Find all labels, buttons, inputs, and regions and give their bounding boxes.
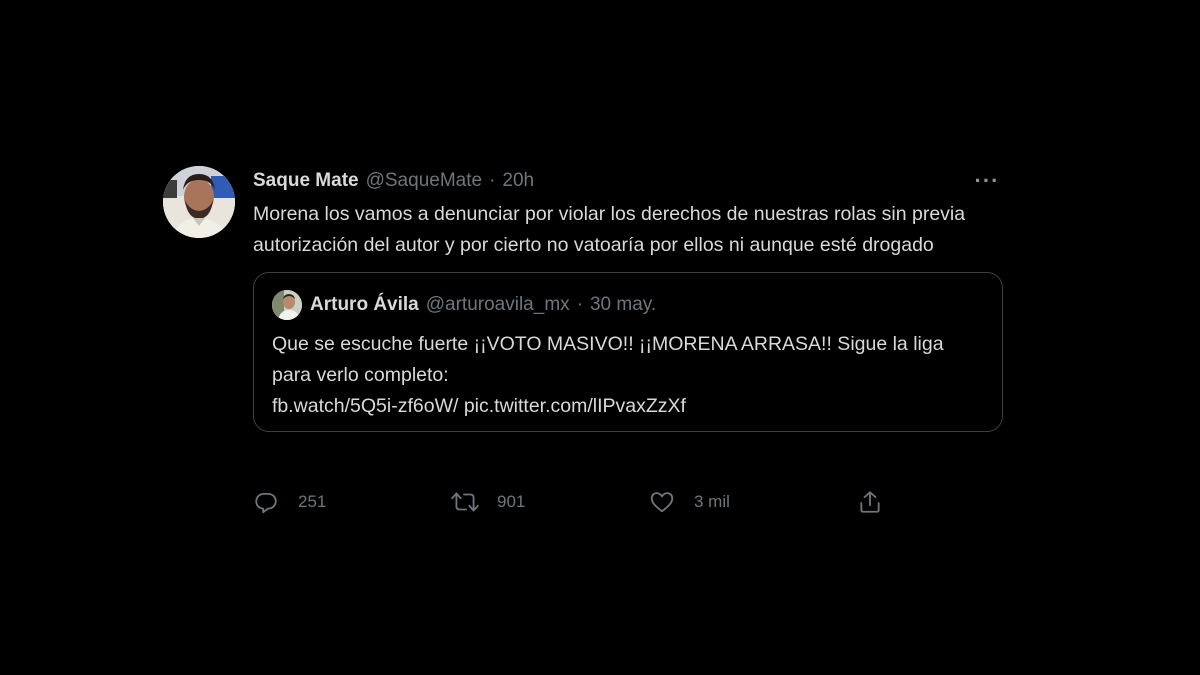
retweet-icon [451, 492, 479, 512]
quoted-text-body: Que se escuche fuerte ¡¡VOTO MASIVO!! ¡¡… [272, 333, 944, 386]
reply-count: 251 [298, 492, 327, 511]
more-icon: ··· [974, 168, 1000, 193]
reply-icon [255, 492, 277, 514]
tweet-time[interactable]: 20h [502, 170, 534, 192]
quoted-author-avatar[interactable] [272, 290, 302, 320]
author-name[interactable]: Saque Mate [253, 170, 359, 192]
retweet-button[interactable]: 901 [450, 486, 525, 518]
quoted-link-twitter-pic[interactable]: pic.twitter.com/lIPvaxZzXf [464, 395, 686, 417]
author-avatar[interactable] [163, 166, 235, 238]
reply-button[interactable]: 251 [253, 486, 326, 518]
quoted-tweet-date[interactable]: 30 may. [590, 294, 656, 316]
quoted-author-handle[interactable]: @arturoavila_mx [426, 294, 570, 316]
quoted-link-facebook[interactable]: fb.watch/5Q5i-zf6oW/ [272, 395, 458, 417]
share-icon [860, 491, 880, 513]
quoted-author-name[interactable]: Arturo Ávila [310, 294, 419, 316]
quoted-header-separator: · [576, 294, 583, 315]
like-button[interactable]: 3 mil [649, 486, 730, 518]
tweet-body: Saque Mate @SaqueMate · 20h ··· Morena l… [253, 166, 1005, 432]
tweet-actions: 251 901 3 mil [163, 486, 880, 518]
quoted-tweet[interactable]: Arturo Ávila @arturoavila_mx · 30 may. Q… [253, 272, 1003, 432]
share-button[interactable] [857, 486, 883, 518]
header-separator: · [489, 170, 496, 191]
retweet-count: 901 [497, 492, 526, 511]
more-options-button[interactable]: ··· [967, 167, 1007, 195]
like-count: 3 mil [694, 492, 730, 511]
person-photo-icon [272, 290, 302, 320]
quoted-tweet-header: Arturo Ávila @arturoavila_mx · 30 may. [272, 290, 984, 320]
person-photo-icon [163, 166, 235, 238]
tweet-text: Morena los vamos a denunciar por violar … [253, 203, 966, 256]
quoted-tweet-text: Que se escuche fuerte ¡¡VOTO MASIVO!! ¡¡… [272, 329, 984, 422]
tweet-header: Saque Mate @SaqueMate · 20h [253, 166, 1005, 196]
heart-icon [650, 492, 674, 513]
author-handle[interactable]: @SaqueMate [366, 170, 482, 192]
